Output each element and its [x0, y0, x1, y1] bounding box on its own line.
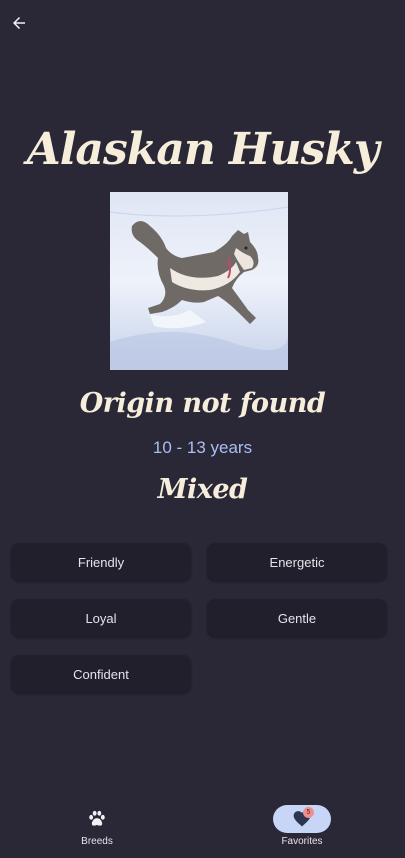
favorites-count-badge: 5 — [303, 807, 314, 818]
breed-origin: Origin not found — [79, 388, 326, 419]
breed-type: Mixed — [157, 474, 248, 505]
nav-favorites[interactable]: 5 Favorites — [242, 794, 362, 858]
temperament-chip-confident[interactable]: Confident — [11, 655, 191, 693]
temperament-chip-energetic[interactable]: Energetic — [207, 543, 387, 581]
temperament-chip-friendly[interactable]: Friendly — [11, 543, 191, 581]
nav-favorites-label: Favorites — [281, 836, 323, 847]
back-button[interactable] — [6, 10, 32, 36]
breed-photo — [110, 192, 288, 370]
breed-lifespan: 10 - 13 years — [152, 438, 253, 457]
nav-breeds-label: Breeds — [81, 836, 113, 847]
temperament-chip-gentle[interactable]: Gentle — [207, 599, 387, 637]
bottom-navigation: Breeds 5 Favorites — [0, 794, 405, 858]
paw-icon — [89, 810, 105, 826]
arrow-left-icon — [13, 17, 25, 29]
temperament-chip-loyal[interactable]: Loyal — [11, 599, 191, 637]
nav-active-indicator: 5 — [273, 805, 331, 833]
breed-name: Alaskan Husky — [26, 124, 380, 175]
nav-breeds[interactable]: Breeds — [37, 794, 157, 858]
